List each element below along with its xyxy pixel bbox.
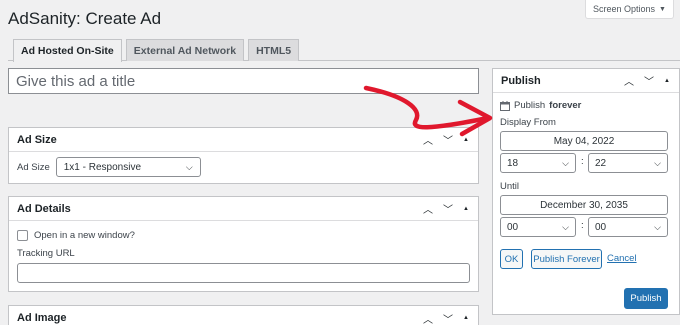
chevron-up-icon[interactable]: ︿ [420,311,436,325]
until-date-input[interactable]: December 30, 2035 [500,195,668,215]
until-minute: 00 [595,221,607,233]
tab-html5[interactable]: HTML5 [248,39,300,61]
calendar-icon [500,100,510,111]
screen-options-label: Screen Options [593,4,656,14]
display-from-minute: 22 [595,157,607,169]
until-hour: 00 [507,221,519,233]
toggle-panel-icon[interactable]: ▲ [661,78,673,84]
publish-heading: Publish [501,74,541,87]
ad-size-selected: 1x1 - Responsive [63,161,142,173]
display-from-hour-select[interactable]: 18 ⌵ [500,153,576,173]
ad-details-box: Ad Details ︿ ﹀ ▲ Open in a new window? T… [8,196,479,292]
chevron-down-icon: ⌵ [654,221,661,232]
publish-box: Publish ︿ ﹀ ▲ Publish forever Display Fr… [492,68,680,315]
tab-external-ad-network[interactable]: External Ad Network [125,39,245,61]
ad-size-select[interactable]: 1x1 - Responsive ⌵ [55,157,201,177]
ad-image-header: Ad Image ︿ ﹀ ▲ [9,306,478,325]
display-from-date-input[interactable]: May 04, 2022 [500,131,668,151]
screen-options-button[interactable]: Screen Options ▼ [585,0,674,19]
display-from-minute-select[interactable]: 22 ⌵ [588,153,668,173]
time-separator: : [581,156,584,167]
ad-details-heading: Ad Details [17,202,71,215]
chevron-down-icon: ⌵ [654,157,661,168]
ad-size-box: Ad Size ︿ ﹀ ▲ Ad Size 1x1 - Responsive ⌵ [8,127,479,184]
publish-button[interactable]: Publish [624,288,668,309]
chevron-down-icon: ⌵ [185,161,193,172]
display-from-hour: 18 [507,157,519,169]
new-window-checkbox[interactable] [17,229,28,241]
caret-down-icon: ▼ [659,5,666,13]
chevron-down-icon[interactable]: ﹀ [440,311,456,325]
chevron-up-icon[interactable]: ︿ [420,132,436,147]
chevron-down-icon[interactable]: ﹀ [440,201,456,216]
ad-size-label: Ad Size [17,161,50,173]
ad-image-heading: Ad Image [17,312,67,324]
until-minute-select[interactable]: 00 ⌵ [588,217,668,237]
chevron-down-icon: ⌵ [562,157,569,168]
publish-header: Publish ︿ ﹀ ▲ [493,69,679,93]
ad-size-header: Ad Size ︿ ﹀ ▲ [9,128,478,152]
chevron-down-icon[interactable]: ﹀ [641,73,657,88]
tracking-url-input[interactable] [17,263,470,283]
ad-details-header: Ad Details ︿ ﹀ ▲ [9,197,478,221]
ok-button[interactable]: OK [500,249,523,269]
toggle-panel-icon[interactable]: ▲ [460,137,472,143]
until-label: Until [500,181,520,192]
ad-size-heading: Ad Size [17,133,57,146]
publish-forever-button[interactable]: Publish Forever [531,249,602,269]
new-window-label: Open in a new window? [34,229,135,241]
toggle-panel-icon[interactable]: ▲ [460,206,472,212]
tab-ad-hosted-on-site[interactable]: Ad Hosted On-Site [13,39,122,62]
chevron-down-icon[interactable]: ﹀ [440,132,456,147]
publish-prefix: Publish [514,100,546,111]
toggle-panel-icon[interactable]: ▲ [460,315,472,321]
display-from-label: Display From [500,117,556,128]
page-title: AdSanity: Create Ad [8,9,162,28]
chevron-down-icon: ⌵ [562,221,569,232]
cancel-link[interactable]: Cancel [607,253,637,264]
ad-type-tabs: Ad Hosted On-Site External Ad Network HT… [13,39,300,62]
time-separator: : [581,220,584,231]
ad-image-box: Ad Image ︿ ﹀ ▲ [8,305,479,325]
ad-title-input[interactable]: Give this ad a title [8,68,479,94]
publish-mode: forever [549,100,582,111]
tracking-url-label: Tracking URL [17,247,75,259]
chevron-up-icon[interactable]: ︿ [420,201,436,216]
chevron-up-icon[interactable]: ︿ [621,73,637,88]
publish-status: Publish forever [500,100,581,111]
until-hour-select[interactable]: 00 ⌵ [500,217,576,237]
